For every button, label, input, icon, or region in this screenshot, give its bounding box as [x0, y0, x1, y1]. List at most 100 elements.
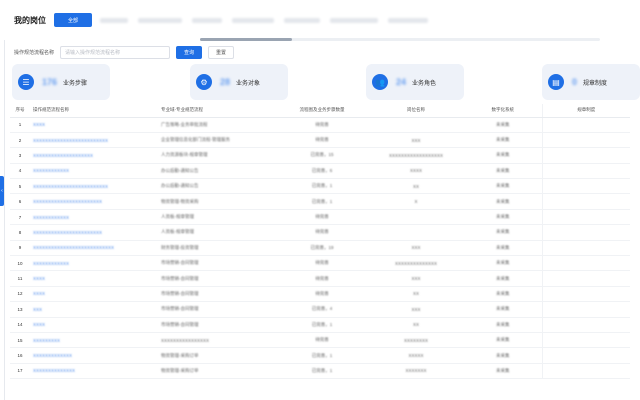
cell-system: 未采集 [464, 240, 542, 257]
table-row[interactable]: 2 XXXXXXXXXXXXXXXXXXXXXXXXX 企业管理信息化部门流程-管理… [10, 132, 630, 149]
cell-process-name[interactable]: XXXXXXXXXXXX [30, 255, 158, 272]
table-row[interactable]: 4 XXXXXXXXXXXX 办公后勤-通知公告 已完善，6 XXXX 未采集 [10, 163, 630, 180]
table-row[interactable]: 8 XXXXXXXXXXXXXXXXXXXXXXX 人资板-规章管理 待完善 未采集 [10, 224, 630, 241]
cell-index: 15 [10, 332, 30, 349]
cell-rules [541, 255, 630, 272]
card-label: 业务对象 [236, 80, 261, 87]
cell-system: 未采集 [464, 301, 542, 318]
cell-process-name[interactable]: XXXX [30, 117, 158, 133]
tab-scrollbar[interactable] [200, 38, 600, 41]
cell-process-name[interactable]: XXXXXXXXXXXX [30, 163, 158, 180]
table-row[interactable]: 6 XXXXXXXXXXXXXXXXXXXXXXX 物资管理-物资采购 已完善，1 X 未… [10, 193, 630, 210]
cell-system: 未采集 [464, 286, 542, 303]
tab-item[interactable] [192, 17, 222, 23]
card-rules[interactable]: ▤ 0 规章制度 [542, 64, 640, 100]
cell-role [368, 209, 464, 226]
cell-rules [541, 347, 630, 364]
cell-process-name[interactable]: XXXXXXXXXXXXXXXXXXXXXXX [30, 193, 158, 210]
cell-index: 7 [10, 209, 30, 226]
cell-rules [541, 178, 630, 195]
cell-process-name[interactable]: XXXXXXXXXXXXXX [30, 363, 158, 380]
cell-process-name[interactable]: XXXXXXXXXXXXXXXXXXXXXXX [30, 224, 158, 241]
cell-system: 未采集 [464, 163, 542, 180]
chevron-left-icon[interactable]: ‹ [0, 186, 4, 196]
tab-item[interactable] [388, 17, 428, 23]
tab-item[interactable] [232, 17, 274, 23]
tab-all[interactable]: 全部 [54, 13, 92, 27]
cell-domain: 广告策略-业务审批流程 [158, 117, 276, 133]
cell-index: 14 [10, 317, 30, 333]
query-button[interactable]: 查询 [176, 45, 203, 59]
cell-role: XXX [368, 301, 464, 318]
cell-index: 8 [10, 224, 30, 241]
table-row[interactable]: 13 XXX 市场营销-合同管理 已完善，4 XXX 未采集 [10, 301, 630, 318]
cell-domain: 物资管理-物资采购 [158, 193, 276, 210]
column-header-name: 操作规范流程名称 [30, 104, 158, 118]
cell-role: XXX [368, 270, 464, 287]
object-icon: ⚙ [196, 74, 212, 90]
table-row[interactable]: 12 XXXX 市场营销-合同管理 待完善 XX 未采集 [10, 286, 630, 303]
tab-item[interactable] [100, 17, 128, 23]
cell-role [368, 224, 464, 241]
cell-process-name[interactable]: XXXX [30, 286, 158, 303]
cell-steps: 已完善，15 [276, 147, 368, 164]
cell-index: 10 [10, 255, 30, 272]
page-title: 我的岗位 [14, 15, 46, 25]
cell-steps: 待完善 [276, 224, 368, 241]
column-header-index: 序号 [10, 104, 30, 118]
cell-role: XXXX [368, 163, 464, 180]
summary-cards: ☰ 176 业务步骤 ⚙ 28 业务对象 👥 24 业务角色 ▤ 0 规章制度 [12, 64, 640, 100]
tab-item[interactable] [330, 17, 378, 23]
cell-index: 3 [10, 147, 30, 164]
document-icon: ▤ [548, 74, 564, 90]
cell-domain: XXXXXXXXXXXXXXXX [158, 332, 276, 349]
cell-domain: 企业管理信息化部门流程-管理服务 [158, 132, 276, 149]
table-row[interactable]: 5 XXXXXXXXXXXXXXXXXXXXXXXXX 办公后勤-通知公告 已完善，1… [10, 178, 630, 195]
cell-process-name[interactable]: XXX [30, 301, 158, 318]
cell-role: XXXXXXXX [368, 332, 464, 349]
cell-domain: 市场营销-合同管理 [158, 270, 276, 287]
cell-rules [541, 301, 630, 318]
cell-domain: 财务管理-投资管理 [158, 240, 276, 257]
left-divider [4, 40, 5, 400]
cell-steps: 待完善 [276, 117, 368, 133]
card-steps[interactable]: ☰ 176 业务步骤 [12, 64, 110, 100]
tab-strip [100, 17, 428, 23]
card-label: 业务步骤 [63, 80, 88, 87]
table-row[interactable]: 15 XXXXXXXXX XXXXXXXXXXXXXXXX 待完善 XXXXXXXX 未采… [10, 332, 630, 349]
cell-process-name[interactable]: XXXXXXXXXXXX [30, 209, 158, 226]
cell-process-name[interactable]: XXXXXXXXXXXXXXXXXXXXXXXXXXX [30, 240, 158, 257]
cell-role: XX [368, 286, 464, 303]
cell-process-name[interactable]: XXXXXXXXXXXXXXXXXXXX [30, 147, 158, 164]
cell-steps: 待完善 [276, 286, 368, 303]
tab-scrollbar-thumb[interactable] [200, 38, 292, 41]
table-row[interactable]: 14 XXXX 市场营销-合同管理 已完善，1 XX 未采集 [10, 317, 630, 333]
cell-process-name[interactable]: XXXXXXXXXXXXXXXXXXXXXXXXX [30, 132, 158, 149]
table-row[interactable]: 9 XXXXXXXXXXXXXXXXXXXXXXXXXXX 财务管理-投资管理 已完善… [10, 240, 630, 257]
table-row[interactable]: 11 XXXX 市场营销-合同管理 待完善 XXX 未采集 [10, 270, 630, 287]
table-row[interactable]: 7 XXXXXXXXXXXX 人资板-规章管理 待完善 未采集 [10, 209, 630, 226]
cell-process-name[interactable]: XXXXXXXXXXXXXXXXXXXXXXXXX [30, 178, 158, 195]
table-row[interactable]: 3 XXXXXXXXXXXXXXXXXXXX 人力资源板块-规章管理 已完善，15 XX… [10, 147, 630, 164]
reset-button[interactable]: 重置 [208, 45, 235, 59]
table-row[interactable]: 1 XXXX 广告策略-业务审批流程 待完善 未采集 [10, 117, 630, 133]
cell-process-name[interactable]: XXXXXXXXX [30, 332, 158, 349]
table-row[interactable]: 17 XXXXXXXXXXXXXX 物资管理-采购订单 已完善，1 XXXXXXX 未采集 [10, 363, 630, 380]
cell-process-name[interactable]: XXXX [30, 270, 158, 287]
cell-process-name[interactable]: XXXX [30, 317, 158, 333]
process-table: 序号 操作规范流程名称 专业域-专业规范流程 流程图及业务步骤数量 岗位名称 数… [10, 104, 630, 380]
cell-system: 未采集 [464, 255, 542, 272]
table-row[interactable]: 16 XXXXXXXXXXXXX 物资管理-采购订单 已完善，1 XXXXX 未采集 [10, 347, 630, 364]
card-roles[interactable]: 👥 24 业务角色 [366, 64, 464, 100]
cell-steps: 已完善，6 [276, 163, 368, 180]
cell-domain: 人资板-规章管理 [158, 209, 276, 226]
cell-process-name[interactable]: XXXXXXXXXXXXX [30, 347, 158, 364]
tab-item[interactable] [284, 17, 320, 23]
cell-index: 11 [10, 270, 30, 287]
column-header-system: 数字化系统 [464, 104, 542, 118]
card-objects[interactable]: ⚙ 28 业务对象 [190, 64, 288, 100]
search-input[interactable]: 请输入操作规范流程名称 [60, 45, 171, 59]
tab-item[interactable] [138, 17, 182, 23]
role-icon: 👥 [372, 74, 388, 90]
table-row[interactable]: 10 XXXXXXXXXXXX 市场营销-合同管理 待完善 XXXXXXXXXXXXXX… [10, 255, 630, 272]
